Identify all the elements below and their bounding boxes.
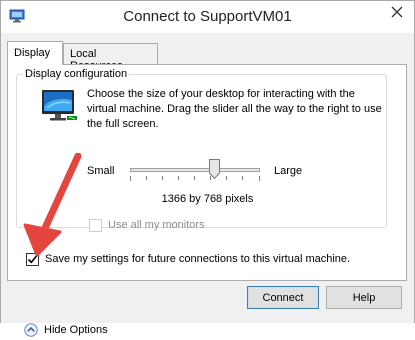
display-monitor-icon xyxy=(39,86,79,126)
slider-small-label: Small xyxy=(87,165,115,177)
close-icon xyxy=(391,6,403,18)
save-settings-label: Save my settings for future connections … xyxy=(45,253,351,265)
slider-ticks xyxy=(130,176,260,181)
use-all-monitors-label: Use all my monitors xyxy=(108,219,205,231)
use-all-monitors-checkbox[interactable] xyxy=(89,219,102,232)
chevron-up-circle-icon[interactable] xyxy=(24,323,38,337)
title-bar: Connect to SupportVM01 xyxy=(1,1,414,33)
hide-options-link[interactable]: Hide Options xyxy=(44,324,108,336)
group-label: Display configuration xyxy=(25,68,128,80)
slider-large-label: Large xyxy=(274,165,303,177)
dialog-content: Display Local Resources Display configur… xyxy=(1,33,414,337)
tab-local-resources[interactable]: Local Resources xyxy=(63,43,158,72)
resolution-slider-thumb[interactable] xyxy=(209,159,220,180)
tab-display[interactable]: Display xyxy=(7,41,63,65)
connect-dialog: Connect to SupportVM01 Display Local Res… xyxy=(0,0,415,337)
red-arrow-icon xyxy=(23,153,82,257)
connect-button[interactable]: Connect xyxy=(247,286,319,309)
resolution-slider[interactable] xyxy=(130,168,260,172)
close-button[interactable] xyxy=(380,1,414,23)
display-description: Choose the size of your desktop for inte… xyxy=(87,88,382,130)
help-button[interactable]: Help xyxy=(326,286,402,309)
window-title: Connect to SupportVM01 xyxy=(123,8,292,25)
